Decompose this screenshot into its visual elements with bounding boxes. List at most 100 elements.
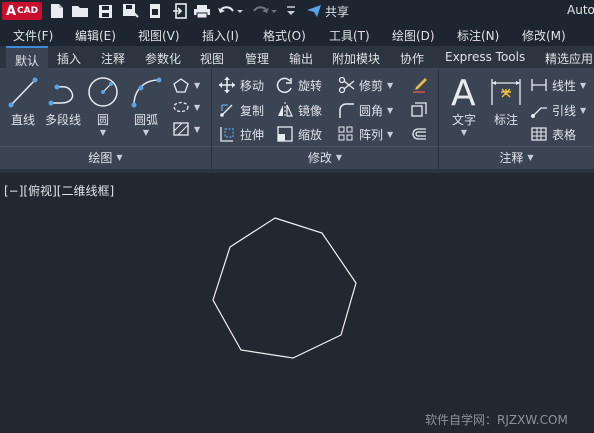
menu-tools[interactable]: 工具(T) xyxy=(329,27,370,44)
tab-annotate[interactable]: 注释 xyxy=(101,50,125,67)
tab-view[interactable]: 视图 xyxy=(200,50,224,67)
dimension-button[interactable]: 标注 xyxy=(488,75,524,128)
hatch-icon xyxy=(173,122,189,136)
ribbon-tabs: 默认 插入 注释 参数化 视图 管理 输出 附加模块 协作 Express To… xyxy=(0,46,594,69)
hatch-dropdown-icon[interactable]: ▼ xyxy=(194,125,200,134)
copy-button[interactable]: 复制 xyxy=(218,100,264,120)
polygon-button[interactable]: ▼ xyxy=(172,75,200,95)
circle-dropdown-icon[interactable]: ▼ xyxy=(100,128,106,137)
tab-collaborate[interactable]: 协作 xyxy=(400,50,424,67)
modify-panel-title[interactable]: 修改 ▼ xyxy=(212,146,438,168)
menu-modify[interactable]: 修改(M) xyxy=(522,27,566,44)
menu-bar: 文件(F) 编辑(E) 视图(V) 插入(I) 格式(O) 工具(T) 绘图(D… xyxy=(0,22,594,46)
modify-panel-expand-icon: ▼ xyxy=(335,153,343,162)
leader-button[interactable]: 引线 ▼ xyxy=(530,100,586,120)
plot-save-icon[interactable] xyxy=(146,2,164,20)
erase-button[interactable] xyxy=(410,75,428,95)
dimension-icon xyxy=(491,79,521,105)
tab-default[interactable]: 默认 xyxy=(6,46,49,69)
hatch-button[interactable]: ▼ xyxy=(172,119,200,139)
menu-dimension[interactable]: 标注(N) xyxy=(457,27,499,44)
drawing-canvas[interactable]: [−][俯视][二维线框] 软件自学网：RJZXW.COM xyxy=(0,169,594,433)
app-logo[interactable]: A CAD xyxy=(2,2,42,20)
line-icon xyxy=(8,77,38,108)
tab-featured-apps[interactable]: 精选应用 xyxy=(545,50,593,67)
watermark: 软件自学网：RJZXW.COM xyxy=(425,413,568,427)
linear-dropdown-icon[interactable]: ▼ xyxy=(580,81,586,90)
explode-icon xyxy=(411,102,427,117)
title-bar: A CAD 共享 Auto xyxy=(0,0,594,22)
window-title: Auto xyxy=(567,3,594,17)
menu-insert[interactable]: 插入(I) xyxy=(202,27,239,44)
scissors-icon xyxy=(338,76,355,94)
fillet-dropdown-icon[interactable]: ▼ xyxy=(387,106,393,115)
customize-dropdown-icon[interactable] xyxy=(284,2,298,20)
share-button[interactable]: 共享 xyxy=(306,2,349,20)
linear-dim-icon xyxy=(531,79,547,91)
import-icon[interactable] xyxy=(170,2,188,20)
polygon-dropdown-icon[interactable]: ▼ xyxy=(194,81,200,90)
send-icon xyxy=(307,5,321,17)
rotate-button[interactable]: 旋转 xyxy=(276,75,322,95)
pentagon-icon xyxy=(173,78,189,93)
menu-format[interactable]: 格式(O) xyxy=(263,27,306,44)
rotate-icon xyxy=(276,77,292,94)
move-button[interactable]: 移动 xyxy=(218,75,264,95)
stretch-button[interactable]: 拉伸 xyxy=(218,124,264,144)
offset-button[interactable] xyxy=(410,124,428,144)
offset-icon xyxy=(412,128,426,140)
linear-button[interactable]: 线性 ▼ xyxy=(530,75,586,95)
menu-draw[interactable]: 绘图(D) xyxy=(392,27,435,44)
text-a-icon: A xyxy=(451,73,476,109)
tab-addins[interactable]: 附加模块 xyxy=(332,50,380,67)
mirror-button[interactable]: 镜像 xyxy=(276,100,322,120)
polyline-button[interactable]: 多段线 xyxy=(43,75,83,128)
circle-button[interactable]: 圆 ▼ xyxy=(86,75,120,137)
print-icon[interactable] xyxy=(192,2,212,20)
tab-express-tools[interactable]: Express Tools xyxy=(445,50,525,64)
polyline-icon xyxy=(48,84,74,106)
tab-manage[interactable]: 管理 xyxy=(245,50,269,67)
new-file-icon[interactable] xyxy=(48,2,66,20)
scale-button[interactable]: 缩放 xyxy=(276,124,322,144)
mirror-icon xyxy=(278,102,293,118)
tab-parametric[interactable]: 参数化 xyxy=(145,50,181,67)
open-folder-icon[interactable] xyxy=(70,2,90,20)
draw-panel-expand-icon: ▼ xyxy=(116,153,123,162)
move-icon xyxy=(219,77,235,93)
tab-output[interactable]: 输出 xyxy=(289,50,313,67)
arc-button[interactable]: 圆弧 ▼ xyxy=(128,75,164,137)
redo-icon[interactable] xyxy=(250,2,278,20)
annotation-panel-title[interactable]: 注释 ▼ xyxy=(439,146,594,168)
array-button[interactable]: 阵列 ▼ xyxy=(337,124,393,144)
ellipse-button[interactable]: ▼ xyxy=(172,97,200,117)
viewport-controls[interactable]: [−][俯视][二维线框] xyxy=(4,182,114,199)
arc-dropdown-icon[interactable]: ▼ xyxy=(143,128,149,137)
undo-icon[interactable] xyxy=(216,2,244,20)
explode-button[interactable] xyxy=(410,100,428,120)
trim-dropdown-icon[interactable]: ▼ xyxy=(387,81,393,90)
menu-view[interactable]: 视图(V) xyxy=(138,27,180,44)
line-button[interactable]: 直线 xyxy=(6,75,40,128)
table-button[interactable]: 表格 xyxy=(530,124,576,144)
menu-edit[interactable]: 编辑(E) xyxy=(75,27,116,44)
array-dropdown-icon[interactable]: ▼ xyxy=(387,130,393,139)
octagon-shape[interactable] xyxy=(200,214,370,374)
leader-icon xyxy=(531,107,547,118)
ellipse-dropdown-icon[interactable]: ▼ xyxy=(194,103,200,112)
stretch-icon xyxy=(220,127,234,142)
circle-icon xyxy=(88,77,118,107)
text-button[interactable]: A 文字 ▼ xyxy=(446,73,482,137)
menu-file[interactable]: 文件(F) xyxy=(13,27,53,44)
ellipse-icon xyxy=(173,101,189,113)
fillet-icon xyxy=(339,103,354,118)
svg-text:A: A xyxy=(451,73,476,109)
save-icon[interactable] xyxy=(96,2,114,20)
leader-dropdown-icon[interactable]: ▼ xyxy=(580,106,586,115)
draw-panel-title[interactable]: 绘图 ▼ xyxy=(0,146,211,168)
trim-button[interactable]: 修剪 ▼ xyxy=(337,75,393,95)
tab-insert[interactable]: 插入 xyxy=(57,50,81,67)
text-dropdown-icon[interactable]: ▼ xyxy=(461,128,467,137)
fillet-button[interactable]: 圆角 ▼ xyxy=(337,100,393,120)
save-as-icon[interactable] xyxy=(120,2,140,20)
